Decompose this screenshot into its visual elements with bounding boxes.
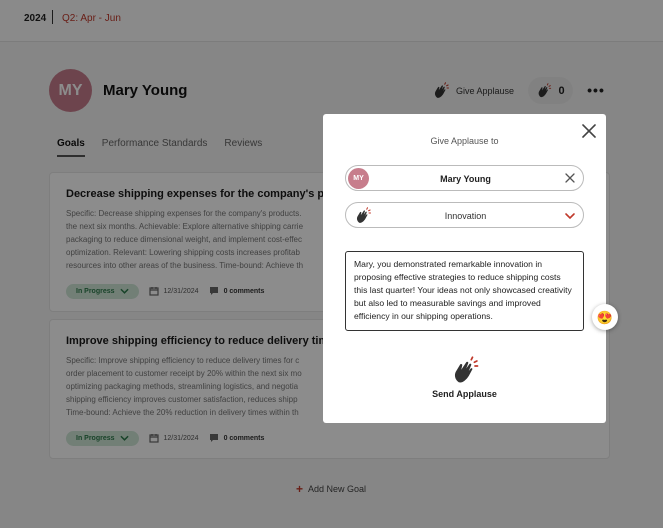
send-applause-label: Send Applause [432,389,497,399]
recipient-field[interactable]: MY Mary Young [345,165,584,191]
emoji-picker-button[interactable]: 😍 [592,304,618,330]
category-select[interactable]: Innovation [345,202,584,228]
clear-icon[interactable] [564,172,576,184]
heart-eyes-emoji-icon: 😍 [596,309,614,325]
modal-title: Give Applause to [430,136,499,146]
clap-icon [454,356,478,383]
chevron-down-icon [565,213,575,220]
category-label: Innovation [444,211,487,221]
give-applause-modal: Give Applause to MY Mary Young Innovatio… [323,114,606,423]
message-textarea[interactable]: Mary, you demonstrated remarkable innova… [345,251,584,331]
recipient-name: Mary Young [440,174,491,184]
send-applause-button[interactable]: Send Applause [323,356,606,399]
